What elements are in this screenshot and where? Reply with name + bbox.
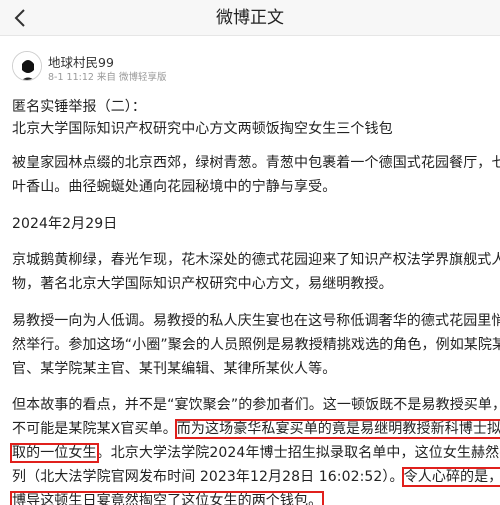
post-line: 北京大学国际知识产权研究中心方文两顿饭掏空女生三个钱包 bbox=[12, 121, 393, 137]
avatar[interactable] bbox=[12, 51, 42, 81]
author-header: 地球村民99 8-1 11:12 来自 微博轻享版 bbox=[12, 50, 412, 84]
post-line: 物，著名北京大学国际知识产权研究中心方文，易继明教授。 bbox=[12, 276, 393, 292]
post-line: 易教授一向为人低调。易教授的私人庆生宴也在这号称低调奢华的德式花园里悄 bbox=[12, 313, 500, 329]
post-line: 匿名实锤举报（二）： bbox=[12, 99, 146, 115]
top-nav-bar: 微博正文 bbox=[0, 0, 500, 36]
post-line: 叶香山。曲径蜿蜒处通向花园秘境中的宁静与享受。 bbox=[12, 179, 337, 195]
post-line: 京城鹅黄柳绿，春光乍现，花木深处的德式花园迎来了知识产权法学界旗舰式人 bbox=[12, 252, 500, 268]
post-text: 不可能是某院某X官买单。 bbox=[12, 421, 177, 437]
post-line: 但本故事的看点，并不是“宴饮聚会”的参加者们。这一顿饭既不是易教授买单，更 bbox=[12, 397, 500, 413]
post-line: 官、某学院某主官、某刊某编辑、某律所某伙人等。 bbox=[12, 361, 337, 377]
post-text: 。北京大学法学院2024年博士招生拟录取名单中，这位女生赫然在 bbox=[96, 445, 500, 461]
post-line: 不可能是某院某X官买单。而为这场豪华私宴买单的竟是易继明教授新科博士拟录 bbox=[12, 418, 500, 440]
post-line: 博导这顿生日宴竟然掏空了这位女生的两个钱包。 bbox=[9, 490, 325, 505]
page-title: 微博正文 bbox=[216, 8, 284, 28]
post-line: 列（北大法学院官网发布时间 2023年12月28日 16:02:52）。令人心碎… bbox=[12, 466, 500, 488]
post-text: 列（北大法学院官网发布时间 2023年12月28日 16:02:52）。 bbox=[12, 469, 404, 485]
user-avatar-icon bbox=[13, 52, 41, 80]
post-line: 取的一位女生。北京大学法学院2024年博士招生拟录取名单中，这位女生赫然在 bbox=[10, 442, 500, 464]
highlighted-text: 取的一位女生 bbox=[10, 443, 99, 463]
highlighted-text: 博导这顿生日宴竟然掏空了这位女生的两个钱包。 bbox=[9, 491, 325, 505]
post-line: 2024年2月29日 bbox=[12, 216, 118, 232]
post-line: 然举行。参加这场“小圈”聚会的人员照例是易教授精挑戏选的角色，例如某院某X bbox=[12, 337, 500, 353]
highlighted-text: 而为这场豪华私宴买单的竟是易继明教授新科博士拟录 bbox=[174, 419, 500, 439]
highlighted-text: 令人心碎的是，易 bbox=[401, 467, 500, 487]
post-meta: 8-1 11:12 来自 微博轻享版 bbox=[48, 72, 167, 83]
post-line: 被皇家园林点缀的北京西郊，绿树青葱。青葱中包裹着一个德国式花园餐厅，七 bbox=[12, 155, 500, 171]
